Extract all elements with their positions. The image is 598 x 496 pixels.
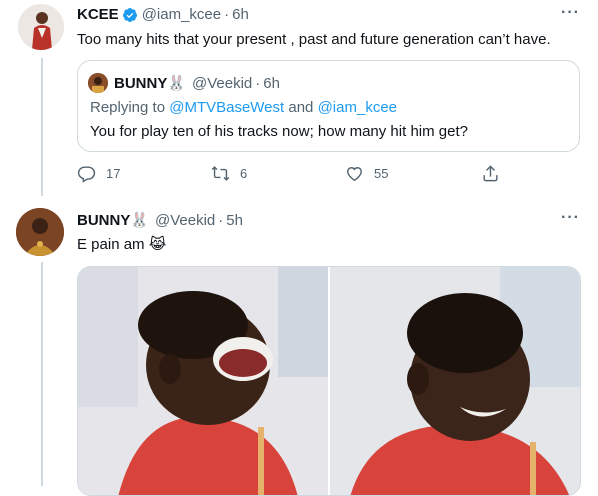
tweet-text: E pain am 😹 <box>77 236 167 253</box>
timestamp: 6h <box>263 74 280 92</box>
user-handle[interactable]: @Veekid <box>155 212 215 229</box>
tweet-header: BUNNY🐰 @Veekid · 5h <box>77 211 243 230</box>
tweet-text: Too many hits that your present , past a… <box>77 31 551 48</box>
media-image[interactable] <box>330 267 580 495</box>
reply-icon <box>77 166 96 183</box>
heart-icon <box>347 167 362 182</box>
display-name[interactable]: KCEE <box>77 6 119 23</box>
timestamp[interactable]: 6h <box>232 6 249 23</box>
thread-connector <box>41 262 43 486</box>
avatar[interactable] <box>18 4 64 50</box>
timestamp[interactable]: 5h <box>226 212 243 229</box>
more-options-icon[interactable]: ··· <box>561 209 580 227</box>
replying-to-line: Replying to @MTVBaseWest and @iam_kcee <box>90 99 397 116</box>
separator-dot: · <box>218 211 224 229</box>
reply-button[interactable]: 17 <box>77 164 120 183</box>
verified-badge-icon <box>122 7 137 22</box>
tweet-actions: 17 6 55 <box>77 164 507 186</box>
replying-to-label: Replying to <box>90 99 166 116</box>
photo-laughing-boy-left <box>78 267 328 495</box>
display-name[interactable]: BUNNY🐰 <box>77 211 149 229</box>
tweet-header: KCEE @iam_kcee · 6h <box>77 6 249 23</box>
mention-link[interactable]: @MTVBaseWest <box>169 99 284 116</box>
like-button[interactable]: 55 <box>345 164 388 183</box>
media-grid <box>77 266 581 496</box>
quoted-tweet-header: BUNNY🐰 @Veekid · 6h <box>114 74 280 93</box>
user-handle: @Veekid <box>192 74 253 92</box>
retweet-icon <box>211 166 230 181</box>
like-count: 55 <box>374 166 389 181</box>
media-image[interactable] <box>78 267 328 495</box>
mention-link[interactable]: @iam_kcee <box>318 99 397 116</box>
share-icon <box>483 165 498 182</box>
retweet-button[interactable]: 6 <box>211 164 247 183</box>
thread-connector <box>41 58 43 196</box>
separator-dot: · <box>224 6 230 23</box>
retweet-count: 6 <box>240 166 248 181</box>
display-name: BUNNY🐰 <box>114 75 187 92</box>
quoted-tweet[interactable]: BUNNY🐰 @Veekid · 6h Replying to @MTVBase… <box>77 60 580 152</box>
quoted-tweet-text: You for play ten of his tracks now; how … <box>90 123 468 140</box>
avatar[interactable] <box>16 208 64 256</box>
conjunction-text: and <box>288 99 314 116</box>
avatar <box>88 73 108 93</box>
separator-dot: · <box>255 74 261 92</box>
reply-count: 17 <box>106 166 121 181</box>
user-handle[interactable]: @iam_kcee <box>142 6 221 23</box>
more-options-icon[interactable]: ··· <box>561 4 580 22</box>
share-button[interactable] <box>481 164 500 183</box>
photo-laughing-boy-right <box>330 267 580 495</box>
